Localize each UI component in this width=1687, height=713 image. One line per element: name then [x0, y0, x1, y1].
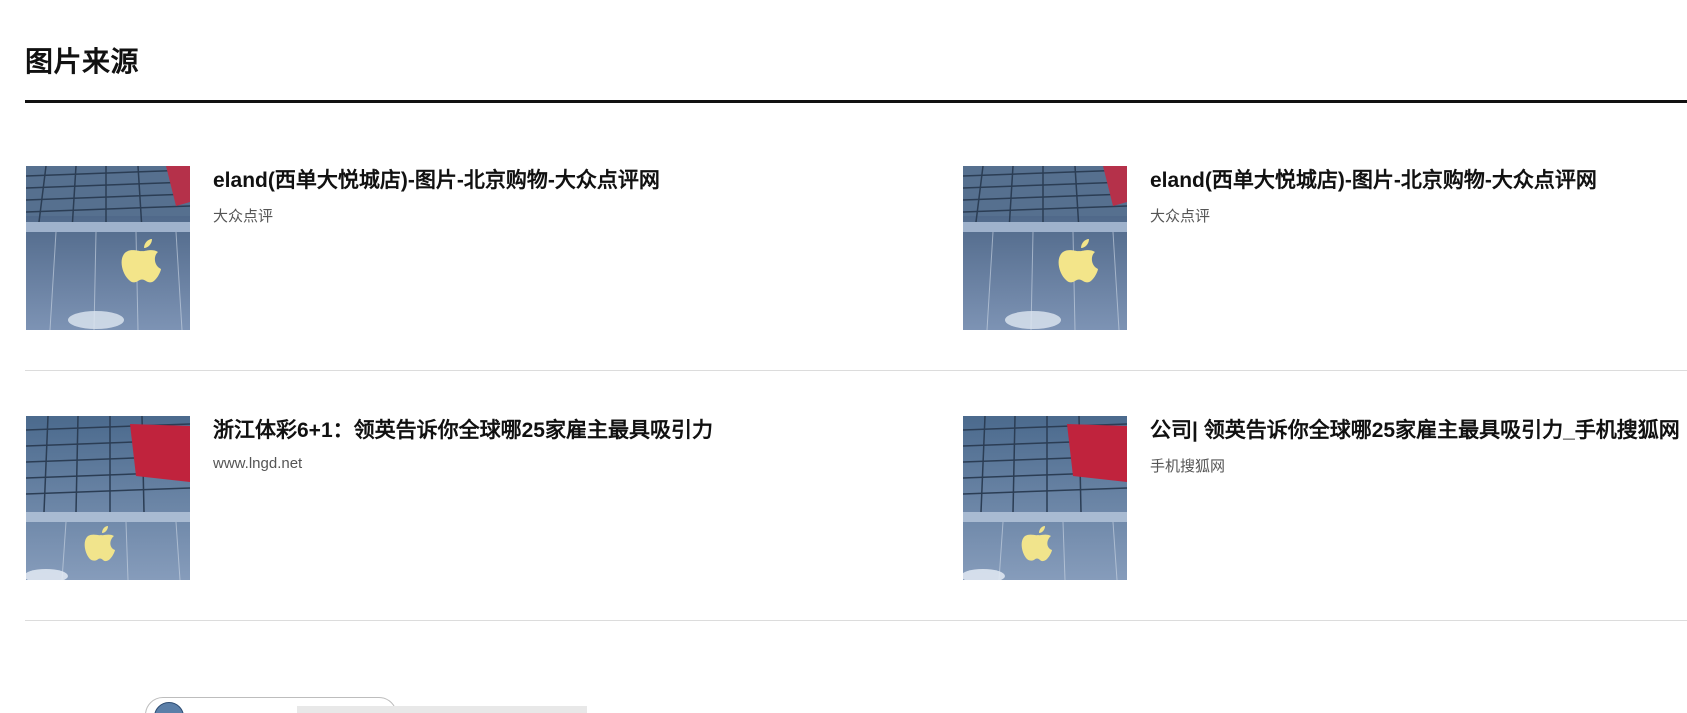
next-section-bar	[297, 706, 587, 713]
apple-store-image-icon	[26, 416, 190, 580]
apple-store-image-icon	[26, 166, 190, 330]
row-divider	[25, 620, 1687, 621]
source-card[interactable]: 公司| 领英告诉你全球哪25家雇主最具吸引力_手机搜狐网 手机搜狐网	[963, 416, 1687, 580]
source-card[interactable]: eland(西单大悦城店)-图片-北京购物-大众点评网 大众点评	[963, 166, 1687, 330]
avatar	[154, 702, 184, 713]
page: 图片来源 eland(西单大悦城店)-图片-北京购物-大众点评网 大众点评 el…	[0, 0, 1687, 713]
source-title[interactable]: 浙江体彩6+1：领英告诉你全球哪25家雇主最具吸引力	[213, 414, 713, 444]
source-site[interactable]: 大众点评	[1150, 205, 1210, 226]
source-thumbnail[interactable]	[963, 166, 1127, 330]
section-title-rule	[25, 100, 1687, 103]
source-thumbnail[interactable]	[963, 416, 1127, 580]
source-site[interactable]: 大众点评	[213, 205, 273, 226]
source-site[interactable]: 手机搜狐网	[1150, 455, 1225, 476]
source-thumbnail[interactable]	[26, 166, 190, 330]
source-card[interactable]: eland(西单大悦城店)-图片-北京购物-大众点评网 大众点评	[26, 166, 856, 330]
source-site[interactable]: www.lngd.net	[213, 455, 302, 472]
source-title[interactable]: eland(西单大悦城店)-图片-北京购物-大众点评网	[1150, 164, 1597, 194]
apple-store-image-icon	[963, 166, 1127, 330]
source-title[interactable]: 公司| 领英告诉你全球哪25家雇主最具吸引力_手机搜狐网	[1150, 414, 1680, 444]
source-thumbnail[interactable]	[26, 416, 190, 580]
row-divider	[25, 370, 1687, 371]
source-card[interactable]: 浙江体彩6+1：领英告诉你全球哪25家雇主最具吸引力 www.lngd.net	[26, 416, 856, 580]
source-title[interactable]: eland(西单大悦城店)-图片-北京购物-大众点评网	[213, 164, 660, 194]
section-title: 图片来源	[25, 46, 140, 77]
apple-store-image-icon	[963, 416, 1127, 580]
